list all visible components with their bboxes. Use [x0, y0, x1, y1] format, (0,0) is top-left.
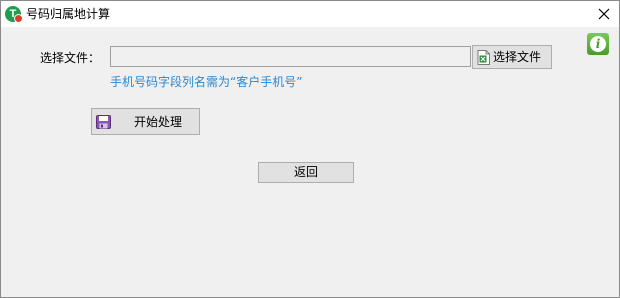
select-file-label: 选择文件：	[40, 51, 101, 65]
close-button[interactable]	[589, 1, 619, 27]
back-button[interactable]: 返回	[258, 162, 354, 183]
app-logo-icon: T	[5, 6, 23, 23]
floppy-disk-icon	[96, 115, 111, 129]
title-bar: T 号码归属地计算	[1, 1, 619, 27]
start-processing-button-label: 开始处理	[134, 115, 183, 129]
dialog-window: T 号码归属地计算 i 选择文件： 选择文件 手机号码字段列名需为“客户手机号”	[0, 0, 620, 298]
excel-file-icon	[477, 50, 490, 65]
column-name-hint: 手机号码字段列名需为“客户手机号”	[110, 75, 303, 89]
select-file-button-label: 选择文件	[493, 50, 542, 64]
file-path-input[interactable]	[110, 46, 471, 67]
info-icon: i	[590, 36, 606, 52]
start-processing-button[interactable]: 开始处理	[91, 108, 200, 135]
close-icon	[598, 8, 610, 20]
select-file-button[interactable]: 选择文件	[472, 45, 552, 69]
info-button[interactable]: i	[587, 33, 609, 55]
window-title: 号码归属地计算	[26, 7, 111, 21]
